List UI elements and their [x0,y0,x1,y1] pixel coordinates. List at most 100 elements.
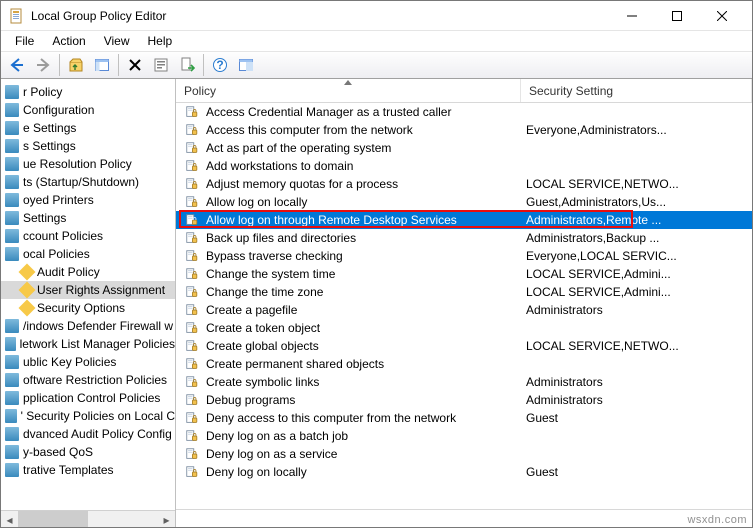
policy-icon [184,392,200,408]
maximize-button[interactable] [654,1,699,30]
policy-row[interactable]: Back up files and directoriesAdministrat… [176,229,752,247]
policy-row[interactable]: Create global objectsLOCAL SERVICE,NETWO… [176,337,752,355]
tree-item[interactable]: s Settings [1,137,175,155]
policy-name: Access Credential Manager as a trusted c… [206,105,520,119]
forward-button[interactable] [31,53,55,77]
policy-name: Access this computer from the network [206,123,520,137]
policy-row[interactable]: Create symbolic linksAdministrators [176,373,752,391]
tree-item-label: ts (Startup/Shutdown) [23,175,139,189]
policy-row[interactable]: Allow log on locallyGuest,Administrators… [176,193,752,211]
policy-row[interactable]: Add workstations to domain [176,157,752,175]
tree-item[interactable]: User Rights Assignment [1,281,175,299]
policy-row[interactable]: Deny log on as a batch job [176,427,752,445]
minimize-button[interactable] [609,1,654,30]
window-title: Local Group Policy Editor [31,9,609,23]
tree-item[interactable]: ccount Policies [1,227,175,245]
close-button[interactable] [699,1,744,30]
policy-icon [184,158,200,174]
tree-item[interactable]: dvanced Audit Policy Config [1,425,175,443]
tree-item[interactable]: ublic Key Policies [1,353,175,371]
menu-help[interactable]: Help [140,32,181,50]
policy-row[interactable]: Change the time zoneLOCAL SERVICE,Admini… [176,283,752,301]
tree-item[interactable]: pplication Control Policies [1,389,175,407]
policy-name: Act as part of the operating system [206,141,520,155]
tree-item[interactable]: ue Resolution Policy [1,155,175,173]
policy-icon [184,374,200,390]
policy-icon [184,302,200,318]
tree-item[interactable]: /indows Defender Firewall w [1,317,175,335]
show-hide-tree-button[interactable] [90,53,114,77]
policy-row[interactable]: Access this computer from the networkEve… [176,121,752,139]
tree-item[interactable]: oyed Printers [1,191,175,209]
policy-row[interactable]: Act as part of the operating system [176,139,752,157]
scroll-left-icon[interactable]: ◂ [1,511,18,527]
menubar: File Action View Help [1,31,752,51]
tree-item-label: y-based QoS [23,445,93,459]
tree-item-label: oyed Printers [23,193,94,207]
tree-item-label: ccount Policies [23,229,103,243]
policy-row[interactable]: Create permanent shared objects [176,355,752,373]
policy-row[interactable]: Create a pagefileAdministrators [176,301,752,319]
up-button[interactable] [64,53,88,77]
policy-icon [184,248,200,264]
help-button[interactable]: ? [208,53,232,77]
details-footer [176,509,752,527]
tree-item-label: letwork List Manager Policies [20,337,175,351]
tree-item[interactable]: ocal Policies [1,245,175,263]
policy-row[interactable]: Bypass traverse checkingEveryone,LOCAL S… [176,247,752,265]
export-button[interactable] [175,53,199,77]
properties-button[interactable] [149,53,173,77]
back-button[interactable] [5,53,29,77]
policy-name: Adjust memory quotas for a process [206,177,520,191]
tree-item[interactable]: letwork List Manager Policies [1,335,175,353]
tree-pane[interactable]: r PolicyConfiguratione Settingss Setting… [1,79,176,527]
policy-name: Allow log on through Remote Desktop Serv… [206,213,520,227]
policy-row[interactable]: Adjust memory quotas for a processLOCAL … [176,175,752,193]
tree-item[interactable]: ts (Startup/Shutdown) [1,173,175,191]
menu-view[interactable]: View [96,32,138,50]
policy-icon [184,194,200,210]
policy-row[interactable]: Debug programsAdministrators [176,391,752,409]
policy-row[interactable]: Access Credential Manager as a trusted c… [176,103,752,121]
folder-icon [5,337,16,351]
tree-item[interactable]: e Settings [1,119,175,137]
policy-row[interactable]: Deny log on as a service [176,445,752,463]
tree-item-label: ' Security Policies on Local C [21,409,175,423]
col-security-label: Security Setting [529,84,613,98]
policy-icon [184,446,200,462]
folder-icon [5,409,17,423]
policy-row[interactable]: Change the system timeLOCAL SERVICE,Admi… [176,265,752,283]
policy-row[interactable]: Deny access to this computer from the ne… [176,409,752,427]
col-policy-label: Policy [184,84,216,98]
col-policy[interactable]: Policy [176,79,521,102]
titlebar: Local Group Policy Editor [1,1,752,31]
tree-item[interactable]: r Policy [1,83,175,101]
policy-value: LOCAL SERVICE,Admini... [520,267,752,281]
policy-row[interactable]: Deny log on locallyGuest [176,463,752,481]
tree-item[interactable]: Security Options [1,299,175,317]
policy-value: LOCAL SERVICE,NETWO... [520,177,752,191]
policy-list[interactable]: Access Credential Manager as a trusted c… [176,103,752,509]
tree-item[interactable]: Audit Policy [1,263,175,281]
policy-name: Create global objects [206,339,520,353]
tree-item[interactable]: trative Templates [1,461,175,479]
tree-item[interactable]: oftware Restriction Policies [1,371,175,389]
policy-name: Deny log on as a service [206,447,520,461]
tree-horizontal-scrollbar[interactable]: ◂▸ [1,510,175,527]
scroll-right-icon[interactable]: ▸ [158,511,175,527]
policy-row[interactable]: Allow log on through Remote Desktop Serv… [176,211,752,229]
tree-item[interactable]: Configuration [1,101,175,119]
delete-button[interactable] [123,53,147,77]
tree-item[interactable]: Settings [1,209,175,227]
tree-item[interactable]: y-based QoS [1,443,175,461]
policy-row[interactable]: Create a token object [176,319,752,337]
menu-file[interactable]: File [7,32,42,50]
refresh-button[interactable] [234,53,258,77]
tree-item[interactable]: ' Security Policies on Local C [1,407,175,425]
policy-name: Create a token object [206,321,520,335]
scrollbar-thumb[interactable] [18,511,88,527]
menu-action[interactable]: Action [44,32,93,50]
column-headers: Policy Security Setting [176,79,752,103]
folder-icon [5,247,19,261]
col-security[interactable]: Security Setting [521,79,752,102]
